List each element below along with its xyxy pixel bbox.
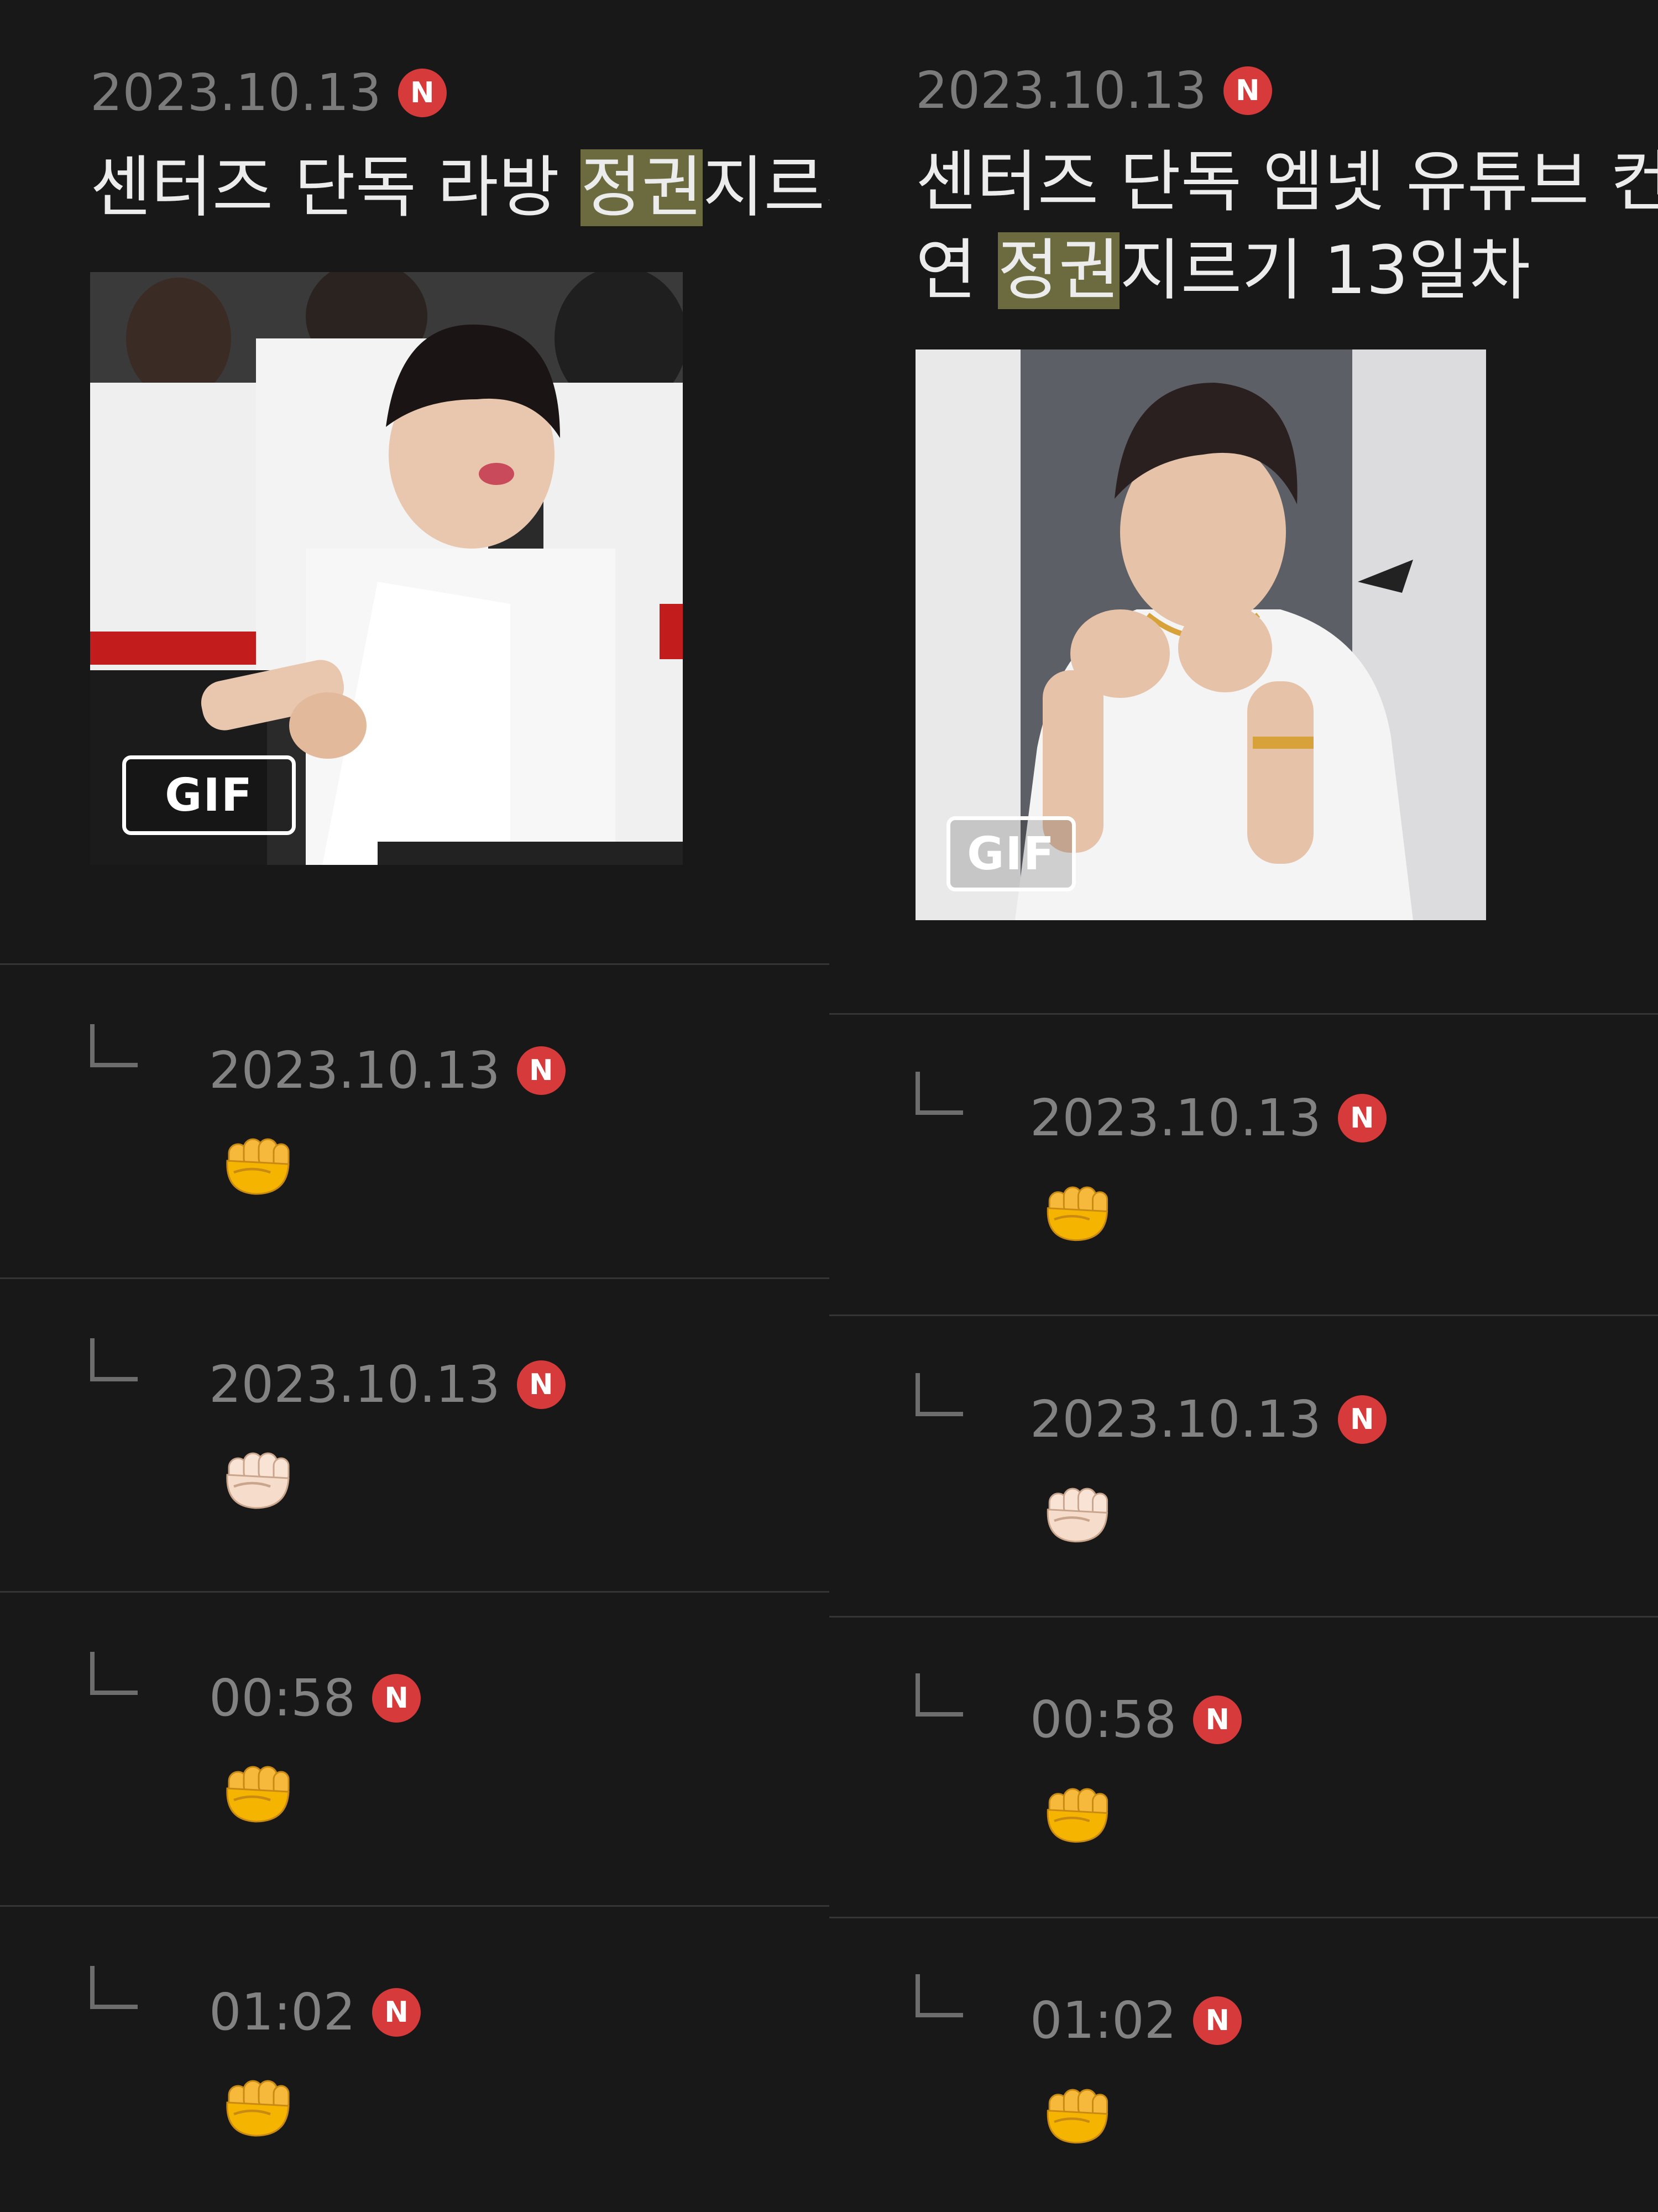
new-badge: N [397, 69, 447, 117]
reply-date: 00:58 N [209, 1673, 421, 1724]
title-text: 지르기 [703, 149, 829, 226]
fist-emoji-light-icon [1031, 1473, 1122, 1553]
post-date: 2023.10.13 N [90, 67, 447, 118]
fist-emoji-icon [1031, 1773, 1122, 1853]
reply-date: 01:02 N [209, 1987, 421, 2038]
reply-arrow-icon [90, 1024, 138, 1067]
reply-date-text: 2023.10.13 [209, 1355, 500, 1414]
post-date: 2023.10.13 N [916, 65, 1272, 116]
reply-arrow-icon [916, 1373, 963, 1416]
right-panel: 2023.10.13 N 센터즈 단독 엠넷 유튜브 컨텐 연 정권지르기 13… [829, 0, 1658, 2212]
reply-arrow-icon [916, 1072, 963, 1115]
reply-date: 2023.10.13 N [209, 1359, 566, 1410]
reply-date-text: 00:58 [1030, 1690, 1177, 1749]
post-gif-thumbnail[interactable]: GIF [90, 272, 683, 865]
new-badge: N [516, 1046, 566, 1095]
new-badge: N [1223, 66, 1272, 115]
left-panel: 2023.10.13 N 센터즈 단독 라방 정권지르기 [0, 0, 829, 2212]
title-line: 연 정권지르기 13일차 [916, 227, 1658, 315]
reply-date: 2023.10.13 N [1030, 1093, 1387, 1144]
new-badge: N [1193, 1996, 1242, 2045]
title-line: 센터즈 단독 엠넷 유튜브 컨텐 [916, 144, 1658, 221]
reply-date: 01:02 N [1030, 1995, 1242, 2046]
reply-date: 00:58 N [1030, 1694, 1242, 1745]
new-badge: N [1193, 1695, 1242, 1744]
post-date-text: 2023.10.13 [916, 61, 1207, 120]
reply-date-text: 00:58 [209, 1668, 356, 1728]
gif-badge: GIF [946, 816, 1076, 891]
divider [0, 1277, 829, 1279]
reply-date: 2023.10.13 N [1030, 1394, 1387, 1445]
reply-arrow-icon [90, 1338, 138, 1381]
gif-badge: GIF [122, 755, 296, 835]
reply-date-text: 2023.10.13 [1030, 1088, 1321, 1147]
divider [829, 1013, 1658, 1015]
fist-emoji-light-icon [210, 1437, 304, 1520]
divider [0, 1905, 829, 1907]
fist-emoji-icon [210, 1123, 304, 1206]
new-badge: N [1337, 1395, 1387, 1444]
fist-emoji-icon [1031, 2074, 1122, 2154]
fist-emoji-icon [210, 1750, 304, 1833]
divider [829, 1314, 1658, 1316]
post-title[interactable]: 센터즈 단독 라방 정권지르기 [90, 144, 829, 232]
new-badge: N [372, 1988, 421, 2037]
fist-emoji-icon [1031, 1171, 1122, 1251]
title-text: 센터즈 단독 라방 [90, 149, 581, 226]
fist-emoji-icon [210, 2064, 304, 2147]
title-highlight: 정권 [580, 149, 703, 226]
post-date-text: 2023.10.13 [90, 63, 381, 122]
reply-date: 2023.10.13 N [209, 1045, 566, 1096]
reply-date-text: 01:02 [209, 1983, 356, 2042]
post-gif-thumbnail[interactable]: GIF [916, 349, 1486, 920]
reply-date-text: 2023.10.13 [209, 1041, 500, 1100]
reply-date-text: 01:02 [1030, 1991, 1177, 2050]
new-badge: N [1337, 1094, 1387, 1142]
title-highlight: 정권 [997, 232, 1120, 309]
divider [0, 963, 829, 965]
divider [829, 1917, 1658, 1918]
post-title[interactable]: 센터즈 단독 엠넷 유튜브 컨텐 연 정권지르기 13일차 [916, 138, 1658, 315]
title-text: 연 [916, 232, 998, 309]
reply-arrow-icon [916, 1974, 963, 2017]
divider [829, 1616, 1658, 1618]
new-badge: N [516, 1360, 566, 1409]
reply-arrow-icon [916, 1673, 963, 1717]
reply-date-text: 2023.10.13 [1030, 1390, 1321, 1449]
title-text: 지르기 13일차 [1120, 232, 1531, 309]
reply-arrow-icon [90, 1652, 138, 1695]
divider [0, 1591, 829, 1593]
reply-arrow-icon [90, 1966, 138, 2009]
new-badge: N [372, 1674, 421, 1723]
